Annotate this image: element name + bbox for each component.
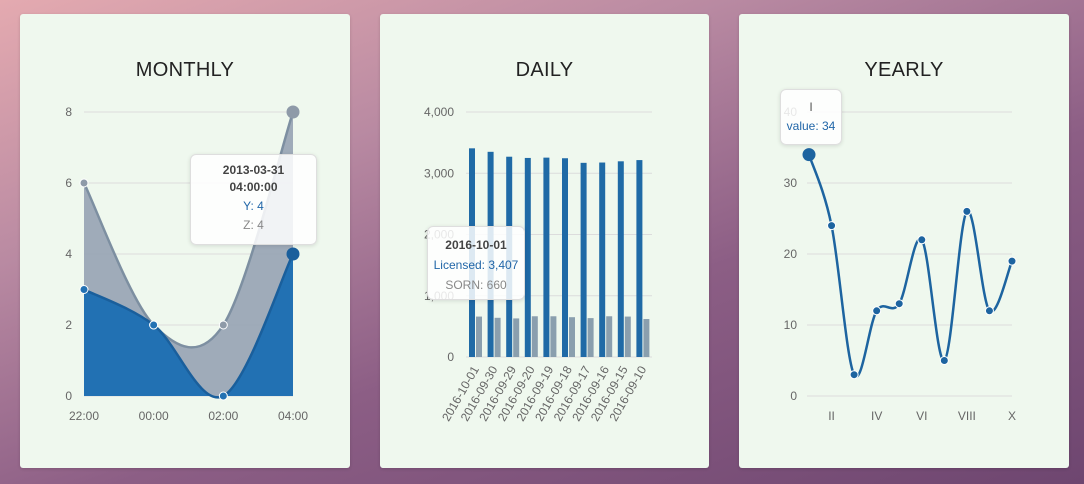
yearly-card: YEARLY 010203040IIIVVIVIIIX I value: 34 (739, 14, 1069, 468)
x-tick-label: VI (916, 409, 927, 423)
tooltip-z-value: Z: 4 (243, 218, 264, 232)
point-2[interactable] (827, 221, 837, 231)
point-3[interactable] (849, 370, 859, 380)
daily-card: DAILY 01,0002,0003,0004,0002016-10-01201… (380, 14, 709, 468)
series-line (807, 154, 1014, 378)
y-tick-label: 3,000 (424, 166, 454, 180)
bar-sorn-2016-09-19[interactable] (550, 316, 557, 357)
bar-sorn-2016-09-30[interactable] (494, 317, 501, 357)
series-z-point-02:00[interactable] (218, 320, 228, 330)
tooltip-sorn-value: SORN: 660 (445, 278, 507, 292)
x-tick-label: IV (871, 409, 882, 423)
y-tick-label: 0 (447, 350, 454, 364)
bar-sorn-2016-10-01[interactable] (476, 316, 482, 357)
series-y-point-02:00[interactable] (218, 391, 228, 401)
yearly-chart[interactable]: 010203040IIIVVIVIIIX (739, 14, 1069, 468)
point-5[interactable] (894, 299, 904, 309)
point-4[interactable] (872, 306, 882, 316)
bar-licensed-2016-09-16[interactable] (599, 162, 606, 357)
bar-licensed-2016-09-10[interactable] (636, 160, 643, 357)
bar-licensed-2016-09-19[interactable] (543, 157, 550, 357)
bar-sorn-2016-09-10[interactable] (643, 319, 650, 357)
y-tick-label: 30 (784, 176, 798, 190)
tooltip-licensed-value: Licensed: 3,407 (433, 258, 519, 272)
point-6[interactable] (917, 235, 927, 245)
y-tick-label: 2 (65, 318, 72, 332)
y-tick-label: 4,000 (424, 105, 454, 119)
point-8[interactable] (962, 206, 972, 216)
bar-sorn-2016-09-16[interactable] (606, 316, 613, 357)
series-y-point-00:00[interactable] (149, 320, 159, 330)
daily-tooltip: 2016-10-01 Licensed: 3,407 SORN: 660 (427, 226, 525, 300)
x-tick-label: II (828, 409, 835, 423)
bar-licensed-2016-09-20[interactable] (524, 157, 531, 357)
bar-sorn-2016-09-29[interactable] (513, 318, 520, 357)
tooltip-date: 2016-10-01 (445, 238, 507, 252)
bar-sorn-2016-09-17[interactable] (587, 318, 594, 357)
point-10[interactable] (1007, 256, 1017, 266)
series-y-point-04:00[interactable] (286, 247, 300, 261)
x-tick-label: VIII (958, 409, 976, 423)
tooltip-label: I (809, 100, 813, 114)
bar-licensed-2016-09-15[interactable] (617, 161, 624, 357)
x-tick-label: 04:00 (278, 409, 308, 423)
tooltip-y-value: Y: 4 (243, 199, 264, 213)
x-tick-label: 02:00 (208, 409, 238, 423)
bar-licensed-2016-09-18[interactable] (562, 158, 568, 357)
point-7[interactable] (939, 356, 949, 365)
x-tick-label: X (1008, 409, 1016, 423)
y-tick-label: 20 (784, 247, 798, 261)
bar-licensed-2016-09-17[interactable] (580, 162, 587, 357)
monthly-tooltip: 2013-03-31 04:00:00 Y: 4 Z: 4 (190, 154, 317, 245)
series-z-point-04:00[interactable] (286, 105, 300, 119)
series-z-point-22:00[interactable] (79, 178, 89, 188)
y-tick-label: 0 (790, 389, 797, 403)
y-tick-label: 4 (65, 247, 72, 261)
y-tick-label: 6 (65, 176, 72, 190)
x-tick-label: 00:00 (139, 409, 169, 423)
y-tick-label: 10 (784, 318, 798, 332)
series-y-point-22:00[interactable] (79, 285, 89, 294)
point-1[interactable] (802, 148, 816, 162)
yearly-tooltip: I value: 34 (780, 89, 842, 145)
y-tick-label: 0 (65, 389, 72, 403)
tooltip-time: 04:00:00 (229, 180, 278, 194)
bar-sorn-2016-09-20[interactable] (531, 316, 538, 357)
point-9[interactable] (984, 306, 994, 316)
x-tick-label: 22:00 (69, 409, 99, 423)
monthly-card: MONTHLY 0 2 4 6 8 22:00 00:00 02:00 04:00 2013-0… (20, 14, 350, 468)
y-tick-label: 8 (65, 105, 72, 119)
tooltip-value: value: 34 (786, 119, 836, 133)
bar-sorn-2016-09-18[interactable] (569, 317, 575, 357)
bar-sorn-2016-09-15[interactable] (624, 316, 631, 357)
